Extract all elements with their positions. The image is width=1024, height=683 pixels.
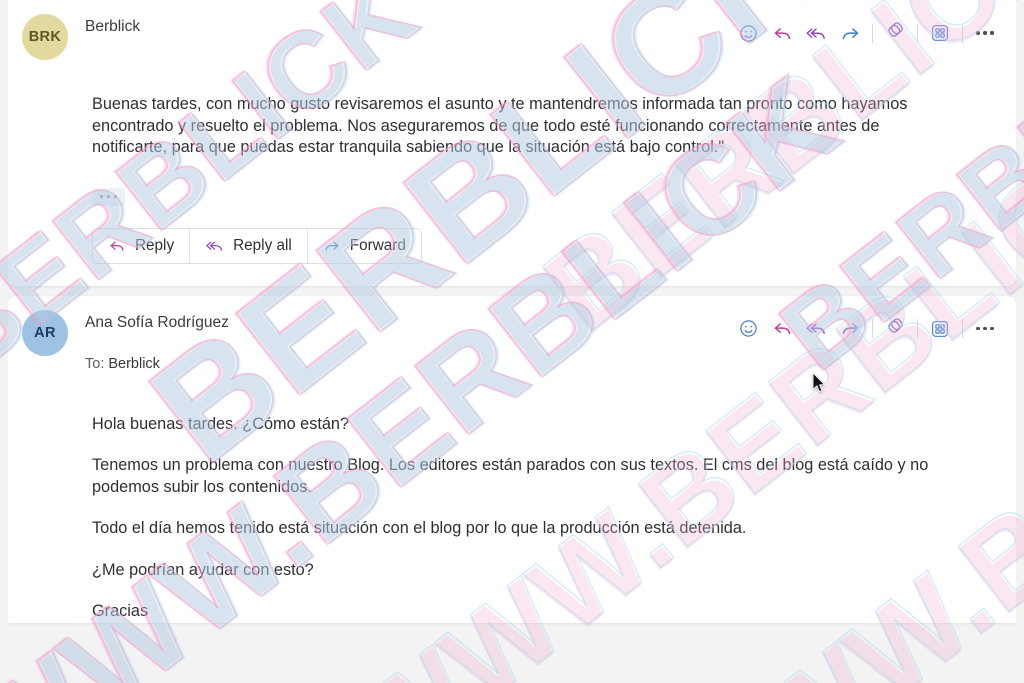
email-thread: BRK Berblick Buenas tardes, con mucho gu… xyxy=(0,0,1024,683)
avatar: AR xyxy=(22,309,68,356)
sender-name: Berblick xyxy=(85,18,141,35)
reply-button[interactable]: Reply xyxy=(93,228,191,263)
paragraph: Hola buenas tardes. ¿Cómo están? xyxy=(92,414,350,433)
apps-grid-icon[interactable] xyxy=(923,18,957,48)
sender-name: Ana Sofía Rodríguez xyxy=(85,313,229,331)
reply-all-button-label: Reply all xyxy=(233,236,292,254)
toolbar-divider xyxy=(962,319,963,338)
toolbar-divider xyxy=(917,23,918,43)
emoji-react-icon[interactable] xyxy=(731,314,765,344)
message-paragraphs: Hola buenas tardes. ¿Cómo están? Tenemos… xyxy=(92,414,954,623)
forward-button-label: Forward xyxy=(349,236,406,254)
reply-all-icon xyxy=(206,241,223,251)
forward-button[interactable]: Forward xyxy=(307,228,421,263)
apps-grid-icon[interactable] xyxy=(923,314,957,344)
forward-icon[interactable] xyxy=(833,314,867,344)
paragraph: Gracias xyxy=(92,602,149,620)
left-gutter xyxy=(0,0,8,683)
toolbar-divider xyxy=(872,319,873,338)
sender-block: Berblick xyxy=(85,13,731,37)
message-card-2: AR Ana Sofía Rodríguez To: Berblick Hola… xyxy=(8,295,1016,623)
sender-block: Ana Sofía Rodríguez To: Berblick xyxy=(85,309,731,374)
message-header: AR Ana Sofía Rodríguez To: Berblick xyxy=(8,296,1016,374)
toolbar-divider xyxy=(962,23,963,43)
more-options-icon[interactable] xyxy=(968,18,1002,48)
tag-icon[interactable] xyxy=(878,314,912,344)
avatar: BRK xyxy=(22,14,68,60)
paragraph: Todo el día hemos tenido está situación … xyxy=(92,519,747,537)
expand-quoted-text-button[interactable] xyxy=(92,187,125,206)
reply-all-button[interactable]: Reply all xyxy=(190,228,308,263)
emoji-react-icon[interactable] xyxy=(731,18,765,48)
message-toolbar xyxy=(731,13,1002,48)
paragraph: Tenemos un problema con nuestro Blog. Lo… xyxy=(92,456,929,496)
to-recipient[interactable]: Berblick xyxy=(108,356,160,372)
reply-icon xyxy=(110,241,124,251)
message-toolbar xyxy=(731,309,1002,344)
toolbar-divider xyxy=(917,319,918,338)
reply-all-icon[interactable] xyxy=(799,314,833,344)
recipient-line: To: Berblick xyxy=(85,354,731,374)
right-gutter xyxy=(1016,0,1024,683)
reply-button-group: Reply Reply all Forward xyxy=(92,227,422,264)
message-paragraphs: Buenas tardes, con mucho gusto revisarem… xyxy=(92,94,954,159)
reply-icon[interactable] xyxy=(765,314,799,344)
message-body: Buenas tardes, con mucho gusto revisarem… xyxy=(8,60,1016,206)
forward-icon xyxy=(325,241,339,251)
message-body: Hola buenas tardes. ¿Cómo están? Tenemos… xyxy=(8,374,1016,623)
to-label: To: xyxy=(85,355,105,372)
more-options-icon[interactable] xyxy=(968,314,1002,344)
forward-icon[interactable] xyxy=(833,18,867,48)
reply-action-bar: Reply Reply all Forward xyxy=(8,206,1016,286)
toolbar-divider xyxy=(872,23,873,43)
reply-icon[interactable] xyxy=(765,18,799,48)
reply-all-icon[interactable] xyxy=(799,18,833,48)
paragraph: ¿Me podrían ayudar con esto? xyxy=(92,560,314,579)
tag-icon[interactable] xyxy=(878,18,912,48)
message-card-1: BRK Berblick Buenas tardes, con mucho gu… xyxy=(8,0,1016,286)
message-header: BRK Berblick xyxy=(8,0,1016,60)
reply-button-label: Reply xyxy=(135,236,175,254)
paragraph: Buenas tardes, con mucho gusto revisarem… xyxy=(92,95,908,156)
